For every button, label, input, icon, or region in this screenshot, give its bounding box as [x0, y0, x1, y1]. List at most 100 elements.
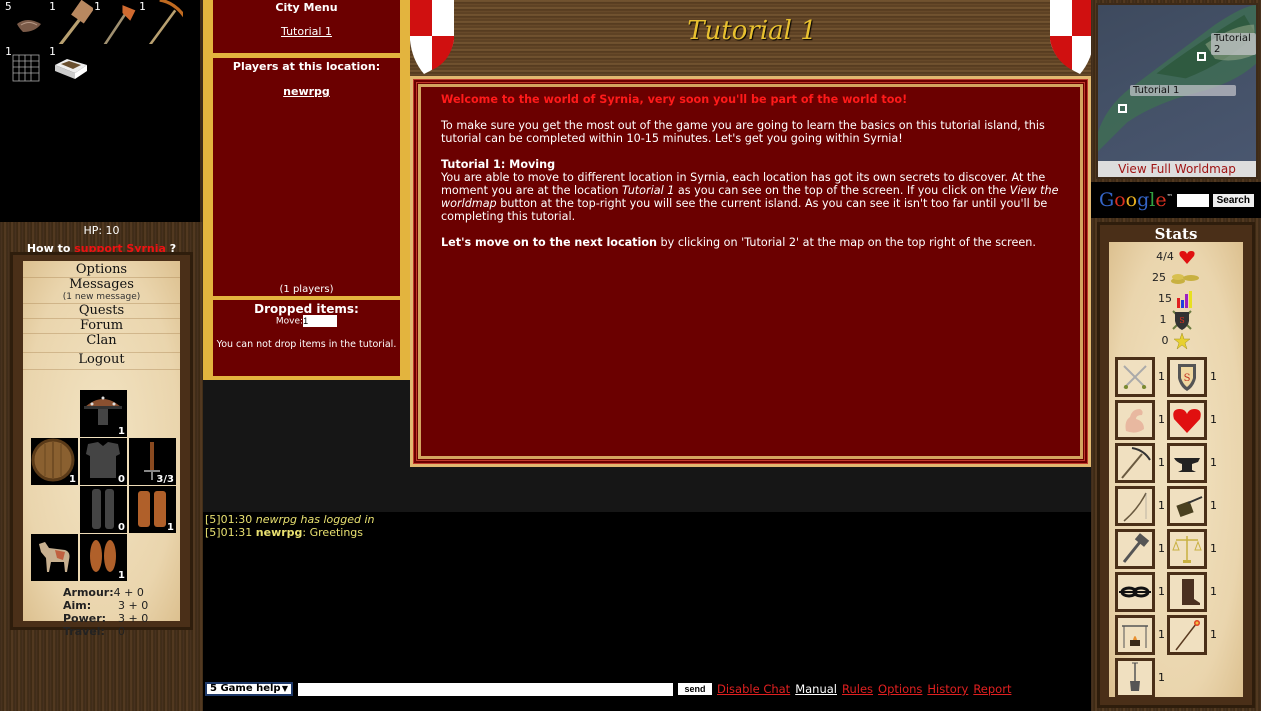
skill-trading[interactable]: [1167, 529, 1207, 569]
chat-text: has logged in: [297, 513, 375, 526]
star-icon: [1172, 331, 1191, 350]
player-link[interactable]: newrpg: [213, 85, 400, 98]
skill-cooking[interactable]: [1115, 615, 1155, 655]
skill-level: 1: [1158, 413, 1165, 426]
svg-text:S: S: [1184, 373, 1191, 384]
chat-user[interactable]: newrpg: [256, 526, 303, 539]
report-link[interactable]: Report: [973, 682, 1011, 696]
map-label-tutorial-1[interactable]: Tutorial 1: [1130, 85, 1236, 96]
view-full-worldmap-button[interactable]: View Full Worldmap: [1098, 161, 1256, 177]
send-button[interactable]: send: [678, 683, 712, 695]
slot-helmet[interactable]: 1: [80, 390, 127, 437]
options-link[interactable]: Options: [878, 682, 922, 696]
menu-messages[interactable]: Messages: [23, 278, 180, 292]
horse-icon: [39, 542, 70, 572]
chat-input[interactable]: [298, 682, 673, 696]
inventory-item-hatchet[interactable]: 1: [92, 0, 137, 45]
skill-mining[interactable]: [1115, 443, 1155, 483]
google-search-input[interactable]: [1176, 193, 1209, 207]
location-link[interactable]: Tutorial 1: [213, 25, 400, 38]
cta-text: by clicking on 'Tutorial 2' at the map o…: [656, 236, 1036, 249]
move-input[interactable]: [303, 315, 338, 327]
menu-forum[interactable]: Forum: [23, 319, 180, 334]
manual-link[interactable]: Manual: [795, 682, 837, 696]
shield-right-icon: [1050, 0, 1094, 74]
channel-select[interactable]: 5 Game help ▼: [205, 682, 293, 696]
menu-logout[interactable]: Logout: [23, 353, 180, 370]
history-link[interactable]: History: [927, 682, 968, 696]
stat-value: 0: [1161, 334, 1169, 347]
inventory-item-hammer[interactable]: 1: [47, 0, 93, 45]
skill-defence[interactable]: S: [1167, 357, 1207, 397]
call-to-action: Let's move on to the next location by cl…: [441, 236, 1060, 249]
stat-aim: Aim: 3 + 0: [63, 599, 180, 612]
skill-woodcutting[interactable]: [1115, 486, 1155, 526]
menu-quests[interactable]: Quests: [23, 304, 180, 319]
right-sidebar: Tutorial 2 Tutorial 1 View Full Worldmap…: [1091, 0, 1261, 711]
inventory-item-pickaxe[interactable]: 1: [137, 0, 183, 45]
slot-body[interactable]: 0: [80, 438, 127, 485]
slot-weapon[interactable]: 3/3: [129, 438, 176, 485]
stat-value: 25: [1152, 271, 1166, 284]
skill-magic[interactable]: [1167, 615, 1207, 655]
skill-constructing[interactable]: [1167, 486, 1207, 526]
map-location-tutorial-2[interactable]: [1197, 52, 1206, 61]
skill-level: 1: [1158, 671, 1165, 684]
skill-level: 1: [1210, 413, 1217, 426]
net-icon: [12, 54, 40, 82]
skill-level: 1: [1158, 628, 1165, 641]
dropdown-arrow-icon: ▼: [281, 684, 288, 693]
city-column: City Menu Tutorial 1 Players at this loc…: [203, 0, 410, 380]
skill-thieving[interactable]: [1115, 572, 1155, 612]
map-label-tutorial-2[interactable]: Tutorial 2: [1211, 33, 1256, 55]
slot-legs[interactable]: 0: [80, 486, 127, 533]
stat-hp: 4/4: [1109, 246, 1243, 267]
menu-clan[interactable]: Clan: [23, 334, 180, 353]
skill-smithing[interactable]: [1167, 443, 1207, 483]
skill-health[interactable]: [1167, 400, 1207, 440]
main-menu: Options Messages (1 new message) Quests …: [23, 261, 180, 370]
weapon-count: 3/3: [156, 474, 174, 485]
box-icon: [55, 59, 87, 79]
inventory-item-small-box[interactable]: 1: [47, 45, 92, 90]
slot-shield[interactable]: 1: [31, 438, 78, 485]
shield-count: 1: [69, 474, 76, 485]
menu-options[interactable]: Options: [23, 263, 180, 278]
skill-farming[interactable]: [1115, 658, 1155, 698]
attack-icon: [1123, 365, 1147, 389]
pickaxe-icon: [148, 0, 183, 44]
disable-chat-link[interactable]: Disable Chat: [717, 682, 790, 696]
skill-level: 1: [1158, 542, 1165, 555]
stat-value: 0: [118, 625, 125, 638]
stat-value: 15: [1158, 292, 1172, 305]
map-location-tutorial-1[interactable]: [1118, 104, 1127, 113]
inventory-panel: 5 1 1 1 1 1: [0, 0, 203, 222]
players-title: Players at this location:: [232, 60, 381, 73]
google-logo: Google™: [1099, 189, 1173, 211]
skill-level: 1: [1210, 542, 1217, 555]
slot-horse[interactable]: [31, 534, 78, 581]
skill-strength[interactable]: [1115, 400, 1155, 440]
google-search-button[interactable]: Search: [1212, 193, 1254, 207]
mini-map[interactable]: Tutorial 2 Tutorial 1 View Full Worldmap: [1096, 3, 1258, 179]
cooking-icon: [1122, 625, 1148, 648]
skill-fishing[interactable]: [1115, 529, 1155, 569]
fishing-icon: [1122, 533, 1150, 563]
google-search-bar: Google™ Search: [1091, 182, 1261, 218]
slot-boots[interactable]: 1: [80, 534, 127, 581]
inventory-item-bait[interactable]: 5: [3, 0, 48, 45]
inventory-item-net[interactable]: 1: [3, 45, 48, 90]
skill-speed[interactable]: [1167, 572, 1207, 612]
strength-icon: [1125, 409, 1144, 433]
svg-text:S: S: [1179, 316, 1184, 325]
chat-timestamp: [5]01:30: [205, 513, 256, 526]
stat-value: 4/4: [1156, 250, 1174, 263]
gold-icon: [1171, 273, 1199, 284]
skill-level: 1: [1158, 456, 1165, 469]
player-count: (1 players): [279, 284, 334, 295]
equipment-grid: 1 1 0 3/3 0 1 1: [23, 390, 180, 585]
slot-gloves[interactable]: 1: [129, 486, 176, 533]
skill-attack[interactable]: [1115, 357, 1155, 397]
rules-link[interactable]: Rules: [842, 682, 873, 696]
skill-level: 1: [1158, 370, 1165, 383]
